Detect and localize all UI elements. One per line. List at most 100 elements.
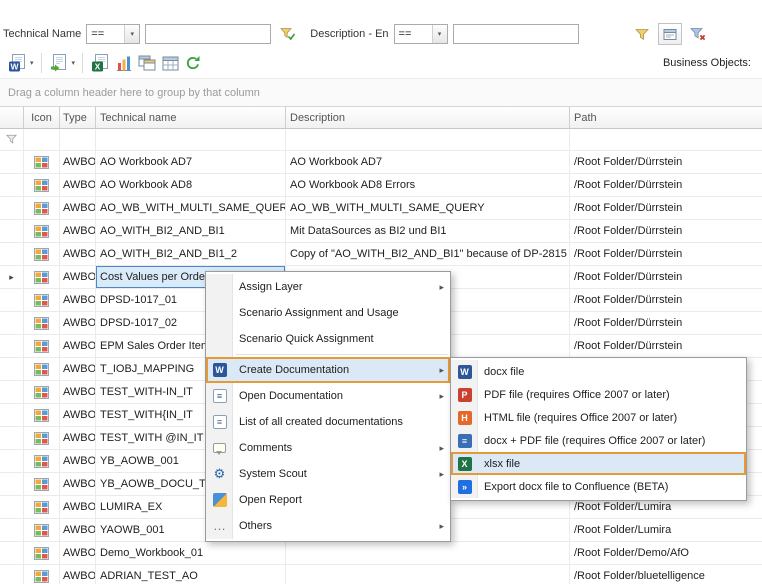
context-menu: Assign Layer▸Scenario Assignment and Usa… bbox=[205, 271, 451, 542]
docu-performer-window: Technical Name == ▾ Description - En == … bbox=[0, 0, 762, 584]
awbo-workbook-icon bbox=[24, 220, 60, 243]
type-cell: AWBO bbox=[60, 266, 96, 289]
menu-item-open-report[interactable]: Open Report bbox=[206, 487, 450, 513]
filter-editor-button[interactable] bbox=[658, 23, 682, 45]
column-header-type[interactable]: Type bbox=[60, 107, 96, 129]
table-row-ao-with-bi2-and-bi1-2[interactable]: AWBOAO_WITH_BI2_AND_BI1_2Copy of "AO_WIT… bbox=[0, 243, 762, 266]
type-cell: AWBO bbox=[60, 335, 96, 358]
technical-name-cell[interactable]: AO_WB_WITH_MULTI_SAME_QUERY bbox=[96, 197, 286, 220]
submenu-items: Wdocx filePPDF file (requires Office 200… bbox=[451, 360, 746, 498]
chart-icon bbox=[116, 55, 132, 71]
export-excel-button[interactable]: X bbox=[88, 51, 113, 75]
menu-item-label: xlsx file bbox=[484, 458, 730, 470]
submenu-arrow-icon: ▸ bbox=[434, 469, 444, 480]
column-header-icon[interactable]: Icon bbox=[24, 107, 60, 129]
menu-item-pdf-file-requires-office-2007-or-later[interactable]: PPDF file (requires Office 2007 or later… bbox=[451, 383, 746, 406]
filter-cell-type[interactable] bbox=[60, 129, 96, 151]
menu-item-open-documentation[interactable]: ≡Open Documentation▸ bbox=[206, 383, 450, 409]
awbo-workbook-icon bbox=[24, 266, 60, 289]
technical-name-cell[interactable]: AO Workbook AD8 bbox=[96, 174, 286, 197]
menu-item-comments[interactable]: Comments▸ bbox=[206, 435, 450, 461]
chevron-down-icon[interactable]: ▾ bbox=[30, 59, 34, 67]
apply-filter-button[interactable] bbox=[276, 23, 300, 45]
menu-item-list-of-all-created-documentations[interactable]: ≡List of all created documentations bbox=[206, 409, 450, 435]
table-row-ao-workbook-ad7[interactable]: AWBOAO Workbook AD7AO Workbook AD7/Root … bbox=[0, 151, 762, 174]
menu-item-system-scout[interactable]: ⚙System Scout▸ bbox=[206, 461, 450, 487]
filter-cell-path[interactable] bbox=[570, 129, 762, 151]
column-header-technical-name[interactable]: Technical name bbox=[96, 107, 286, 129]
filter-cell-technical-name[interactable] bbox=[96, 129, 286, 151]
table-row-ao-wb-with-multi-same-query[interactable]: AWBOAO_WB_WITH_MULTI_SAME_QUERYAO_WB_WIT… bbox=[0, 197, 762, 220]
confluence-icon: » bbox=[454, 480, 475, 494]
table-row-ao-workbook-ad8[interactable]: AWBOAO Workbook AD8AO Workbook AD8 Error… bbox=[0, 174, 762, 197]
chart-button[interactable] bbox=[113, 51, 135, 75]
table-row-demo-workbook-01[interactable]: AWBODemo_Workbook_01/Root Folder/Demo/Af… bbox=[0, 542, 762, 565]
type-cell: AWBO bbox=[60, 197, 96, 220]
menu-item-others[interactable]: …Others▸ bbox=[206, 513, 450, 539]
row-indicator bbox=[0, 243, 24, 266]
menu-item-export-docx-file-to-confluence-beta[interactable]: »Export docx file to Confluence (BETA) bbox=[451, 475, 746, 498]
row-indicator bbox=[0, 220, 24, 243]
menu-item-html-file-requires-office-2007-or-later[interactable]: HHTML file (requires Office 2007 or late… bbox=[451, 406, 746, 429]
funnel-check-icon bbox=[280, 27, 296, 41]
description-cell bbox=[286, 565, 570, 584]
type-cell: AWBO bbox=[60, 427, 96, 450]
menu-item-docx-file[interactable]: Wdocx file bbox=[451, 360, 746, 383]
technical-name-cell[interactable]: AO_WITH_BI2_AND_BI1_2 bbox=[96, 243, 286, 266]
technical-name-cell[interactable]: AO Workbook AD7 bbox=[96, 151, 286, 174]
technical-name-label: Technical Name bbox=[3, 28, 81, 40]
menu-item-docx-pdf-file-requires-office-2007-or-later[interactable]: ≡ docx + PDF file (requires Office 2007 o… bbox=[451, 429, 746, 452]
menu-item-label: Assign Layer bbox=[239, 281, 434, 293]
menu-item-create-documentation[interactable]: WCreate Documentation▸ bbox=[206, 357, 450, 383]
row-indicator bbox=[0, 312, 24, 335]
path-cell: /Root Folder/Dürrstein bbox=[570, 151, 762, 174]
clear-filter-button[interactable] bbox=[686, 23, 710, 45]
comments-icon bbox=[209, 443, 230, 453]
table-view-icon bbox=[162, 56, 179, 71]
path-cell: /Root Folder/Dürrstein bbox=[570, 174, 762, 197]
row-indicator: ▸ bbox=[0, 266, 24, 289]
table-row-ao-with-bi2-and-bi1[interactable]: AWBOAO_WITH_BI2_AND_BI1Mit DataSources a… bbox=[0, 220, 762, 243]
awbo-workbook-icon bbox=[24, 243, 60, 266]
menu-item-xlsx-file[interactable]: Xxlsx file bbox=[451, 452, 746, 475]
menu-item-assign-layer[interactable]: Assign Layer▸ bbox=[206, 274, 450, 300]
menu-item-label: Scenario Assignment and Usage bbox=[239, 307, 434, 319]
menu-item-scenario-assignment-and-usage[interactable]: Scenario Assignment and Usage bbox=[206, 300, 450, 326]
copy-list-button[interactable] bbox=[135, 51, 159, 75]
docx-pdf-icon: ≡ bbox=[454, 434, 475, 448]
menu-item-label: docx + PDF file (requires Office 2007 or… bbox=[484, 435, 730, 447]
filter-cell-description[interactable] bbox=[286, 129, 570, 151]
table-row-adrian-test-ao[interactable]: AWBOADRIAN_TEST_AO/Root Folder/bluetelli… bbox=[0, 565, 762, 584]
row-indicator bbox=[0, 358, 24, 381]
technical-name-operator-select[interactable]: == ▾ bbox=[86, 24, 140, 44]
group-by-bar[interactable]: Drag a column header here to group by th… bbox=[0, 78, 762, 107]
refresh-button[interactable] bbox=[182, 51, 204, 75]
column-header-path[interactable]: Path bbox=[570, 107, 762, 129]
path-cell: /Root Folder/Dürrstein bbox=[570, 289, 762, 312]
technical-name-cell[interactable]: AO_WITH_BI2_AND_BI1 bbox=[96, 220, 286, 243]
open-documentation-icon bbox=[50, 54, 69, 72]
technical-name-cell[interactable]: ADRIAN_TEST_AO bbox=[96, 565, 286, 584]
list-icon: ≡ bbox=[209, 415, 230, 429]
row-indicator bbox=[0, 565, 24, 584]
awbo-workbook-icon bbox=[24, 450, 60, 473]
description-cell: AO Workbook AD7 bbox=[286, 151, 570, 174]
awbo-workbook-icon bbox=[24, 358, 60, 381]
description-operator-select[interactable]: == ▾ bbox=[394, 24, 448, 44]
menu-item-label: PDF file (requires Office 2007 or later) bbox=[484, 389, 730, 401]
column-header-description[interactable]: Description bbox=[286, 107, 570, 129]
technical-name-cell[interactable]: Demo_Workbook_01 bbox=[96, 542, 286, 565]
type-cell: AWBO bbox=[60, 473, 96, 496]
technical-name-filter-input[interactable] bbox=[145, 24, 271, 44]
create-docx-button[interactable]: W bbox=[5, 51, 30, 75]
chevron-down-icon[interactable]: ▾ bbox=[72, 59, 76, 67]
filter-button[interactable] bbox=[630, 23, 654, 45]
menu-item-scenario-quick-assignment[interactable]: Scenario Quick Assignment bbox=[206, 326, 450, 352]
filter-cell-icon[interactable] bbox=[24, 129, 60, 151]
description-filter-input[interactable] bbox=[453, 24, 579, 44]
open-documentation-button[interactable] bbox=[47, 51, 72, 75]
menu-item-label: Create Documentation bbox=[239, 364, 434, 376]
table-view-button[interactable] bbox=[159, 51, 182, 75]
system-scout-icon: ⚙ bbox=[209, 467, 230, 481]
description-filter-label: Description - En bbox=[310, 28, 388, 40]
